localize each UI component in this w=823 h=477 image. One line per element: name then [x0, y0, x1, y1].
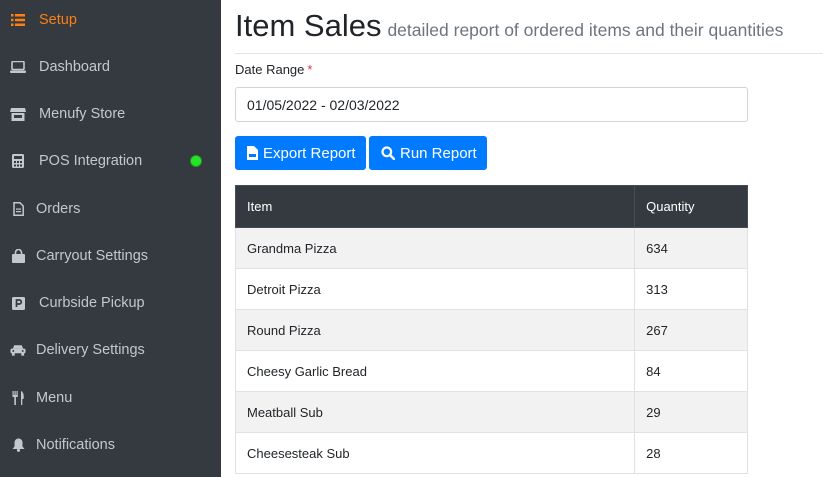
- utensils-icon: [10, 390, 26, 406]
- date-range-label-text: Date Range: [235, 62, 305, 77]
- table-row: Detroit Pizza 313: [234, 268, 748, 310]
- item-cell: Round Pizza: [234, 309, 636, 351]
- quantity-cell: 267: [634, 309, 748, 351]
- column-header-item[interactable]: Item: [234, 185, 636, 228]
- table-row: Cheesesteak Sub 28: [234, 432, 748, 474]
- sidebar-item-label: Delivery Settings: [36, 342, 145, 358]
- parking-icon: [10, 295, 26, 311]
- date-range-label: Date Range *: [235, 62, 312, 77]
- sidebar-item-label: Dashboard: [39, 59, 110, 75]
- sidebar-item-label: Notifications: [36, 437, 115, 453]
- sidebar-item-dashboard[interactable]: Dashboard: [0, 47, 221, 87]
- run-report-label: Run Report: [400, 144, 477, 162]
- sidebar-item-setup[interactable]: Setup: [0, 0, 221, 40]
- sidebar-item-label: Setup: [39, 12, 77, 28]
- shopping-bag-icon: [10, 248, 26, 264]
- list-icon: [10, 12, 26, 28]
- sidebar-item-carryout-settings[interactable]: Carryout Settings: [0, 236, 221, 276]
- quantity-cell: 634: [634, 227, 748, 269]
- page-title-text: Item Sales: [235, 8, 382, 43]
- quantity-cell: 313: [634, 268, 748, 310]
- sidebar-item-notifications[interactable]: Notifications: [0, 425, 221, 465]
- item-sales-table: Item Quantity Grandma Pizza 634 Detroit …: [234, 185, 748, 474]
- laptop-icon: [10, 59, 26, 75]
- sidebar-item-label: POS Integration: [39, 153, 143, 169]
- bell-icon: [10, 437, 26, 453]
- sidebar-item-label: Menu: [36, 390, 73, 406]
- car-icon: [10, 342, 26, 358]
- run-report-button[interactable]: Run Report: [369, 136, 487, 170]
- item-cell: Grandma Pizza: [234, 227, 636, 269]
- table-row: Grandma Pizza 634: [234, 227, 748, 269]
- item-cell: Meatball Sub: [234, 391, 636, 433]
- sidebar-item-label: Curbside Pickup: [39, 295, 145, 311]
- store-icon: [10, 106, 26, 122]
- sidebar-item-pos-integration[interactable]: POS Integration: [0, 141, 221, 181]
- date-range-input[interactable]: [235, 87, 748, 122]
- quantity-cell: 84: [634, 350, 748, 392]
- column-header-quantity[interactable]: Quantity: [634, 185, 748, 228]
- calculator-icon: [10, 153, 26, 169]
- sidebar-item-menufy-store[interactable]: Menufy Store: [0, 94, 221, 134]
- title-divider: [235, 53, 823, 54]
- page-title: Item Sales detailed report of ordered ite…: [235, 8, 783, 44]
- sidebar-item-delivery-settings[interactable]: Delivery Settings: [0, 330, 221, 370]
- sidebar-item-curbside-pickup[interactable]: Curbside Pickup: [0, 283, 221, 323]
- item-cell: Cheesy Garlic Bread: [234, 350, 636, 392]
- sidebar-item-label: Orders: [36, 201, 81, 217]
- search-icon: [381, 145, 395, 161]
- quantity-cell: 29: [634, 391, 748, 433]
- item-cell: Detroit Pizza: [234, 268, 636, 310]
- file-icon: [10, 201, 26, 217]
- sidebar-item-menu[interactable]: Menu: [0, 378, 221, 418]
- status-indicator: [190, 155, 202, 167]
- quantity-cell: 28: [634, 432, 748, 474]
- table-row: Round Pizza 267: [234, 309, 748, 351]
- export-report-label: Export Report: [263, 144, 356, 162]
- table-row: Meatball Sub 29: [234, 391, 748, 433]
- page-subtitle: detailed report of ordered items and the…: [387, 20, 784, 40]
- item-cell: Cheesesteak Sub: [234, 432, 636, 474]
- main-content: Item Sales detailed report of ordered ite…: [221, 0, 823, 477]
- sidebar-item-orders[interactable]: Orders: [0, 189, 221, 229]
- table-header-row: Item Quantity: [234, 185, 748, 228]
- sidebar-item-label: Menufy Store: [39, 106, 126, 122]
- export-report-button[interactable]: Export Report: [235, 136, 366, 170]
- required-mark: *: [307, 62, 313, 77]
- sidebar: Setup Dashboard Menufy Store POS Integra…: [0, 0, 221, 477]
- table-row: Cheesy Garlic Bread 84: [234, 350, 748, 392]
- file-csv-icon: [247, 145, 258, 161]
- sidebar-item-label: Carryout Settings: [36, 248, 149, 264]
